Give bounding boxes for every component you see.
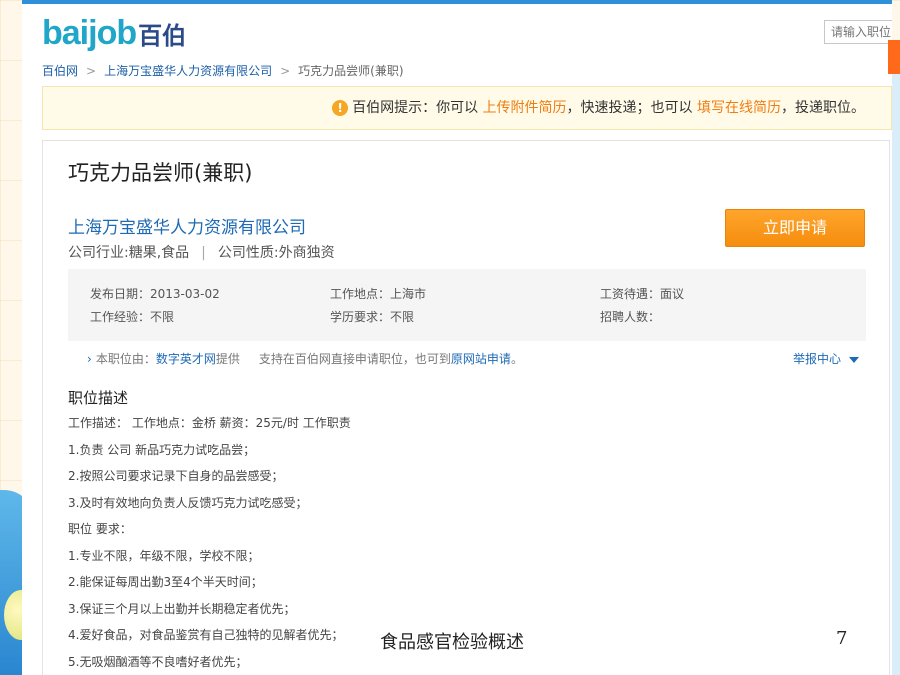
breadcrumb-home-link[interactable]: 百伯网 (42, 64, 78, 78)
publish-date: 发布日期：2013-03-02 (90, 287, 220, 301)
description-line: 3.及时有效地向负责人反馈巧克力试吃感受； (68, 495, 308, 510)
source-prefix: 本职位由： (95, 352, 156, 366)
description-line: 1.负责 公司 新品巧克力试吃品尝； (68, 442, 256, 457)
company-link[interactable]: 上海万宝盛华人力资源有限公司 (68, 213, 306, 238)
description-line: 职位 要求： (68, 522, 132, 536)
site-logo[interactable]: baijob百伯 (42, 14, 186, 53)
site-header: baijob百伯 (22, 4, 892, 58)
notice-banner: ! 百伯网提示：你可以 上传附件简历，快速投递；也可以 填写在线简历，投递职位。 (42, 86, 892, 130)
source-middle: 提供 支持在百伯网直接申请职位，也可到 (215, 352, 451, 366)
search-input[interactable] (824, 20, 892, 44)
description-line: 1.专业不限，年级不限，学校不限； (68, 548, 260, 563)
chevron-right-icon: › (87, 352, 92, 366)
headcount: 招聘人数： (600, 310, 661, 324)
provider-link[interactable]: 数字英才网 (156, 352, 216, 366)
notice-middle: ，快速投递；也可以 (566, 100, 693, 116)
report-center-link[interactable]: 举报中心 (793, 350, 859, 367)
logo-cn-text: 百伯 (138, 23, 187, 50)
education-requirement: 学历要求：不限 (330, 310, 415, 324)
slide-footer: 食品感官检验概述 (380, 632, 524, 653)
company-nature: 公司性质:外商独资 (217, 245, 335, 261)
description-line: 2.按照公司要求记录下自身的品尝感受； (68, 469, 284, 483)
slide-decoration-orange (888, 40, 900, 74)
description-heading: 职位描述 (68, 389, 129, 407)
work-location: 工作地点：上海市 (330, 287, 427, 301)
description-body: 工作描述： 工作地点：金桥 薪资：25元/时 工作职责 1.负责 公司 新品巧克… (68, 415, 351, 675)
slide-page-number: 7 (836, 628, 848, 649)
apply-now-button[interactable]: 立即申请 (725, 209, 865, 247)
job-detail-card: 巧克力品尝师(兼职) 上海万宝盛华人力资源有限公司 公司行业:糖果,食品 | 公司性… (42, 140, 890, 675)
job-source-line: › 本职位由：数字英才网提供 支持在百伯网直接申请职位，也可到原网站申请。 (87, 350, 523, 367)
breadcrumb-current: 巧克力品尝师(兼职) (298, 64, 404, 78)
breadcrumb-separator: > (86, 64, 97, 78)
slide-decoration-right (892, 60, 900, 675)
breadcrumb: 百伯网 > 上海万宝盛华人力资源有限公司 > 巧克力品尝师(兼职) (22, 58, 892, 84)
salary: 工资待遇：面议 (600, 287, 685, 301)
online-resume-link[interactable]: 填写在线简历 (697, 100, 781, 116)
web-page: baijob百伯 百伯网 > 上海万宝盛华人力资源有限公司 > 巧克力品尝师(兼职) !… (22, 0, 892, 675)
company-industry: 公司行业:糖果,食品 (68, 245, 190, 261)
notice-suffix: ，投递职位。 (781, 100, 865, 116)
job-info-box: 发布日期：2013-03-02 工作地点：上海市 工资待遇：面议 工作经验：不限… (68, 269, 866, 341)
company-meta: 公司行业:糖果,食品 | 公司性质:外商独资 (68, 242, 335, 262)
upload-resume-link[interactable]: 上传附件简历 (483, 100, 567, 116)
description-line: 2.能保证每周出勤3至4个半天时间； (68, 575, 263, 589)
warning-icon: ! (332, 100, 349, 116)
meta-divider: | (201, 245, 206, 261)
logo-latin-text: baijob (42, 14, 137, 52)
notice-prefix: 百伯网提示：你可以 (352, 100, 479, 116)
chevron-down-icon (849, 356, 859, 363)
breadcrumb-company-link[interactable]: 上海万宝盛华人力资源有限公司 (104, 64, 272, 78)
source-suffix: 。 (510, 352, 523, 366)
report-label: 举报中心 (792, 352, 841, 366)
work-experience: 工作经验：不限 (90, 310, 175, 324)
description-line: 3.保证三个月以上出勤并长期稳定者优先； (68, 601, 296, 616)
description-line: 5.无吸烟酗酒等不良嗜好者优先； (68, 654, 248, 669)
original-site-link[interactable]: 原网站申请 (451, 352, 511, 366)
description-line: 工作描述： 工作地点：金桥 薪资：25元/时 工作职责 (68, 416, 351, 430)
description-line: 4.爱好食品，对食品鉴赏有自己独特的见解者优先； (68, 628, 344, 642)
job-title: 巧克力品尝师(兼职) (68, 161, 253, 185)
breadcrumb-separator: > (280, 64, 291, 78)
